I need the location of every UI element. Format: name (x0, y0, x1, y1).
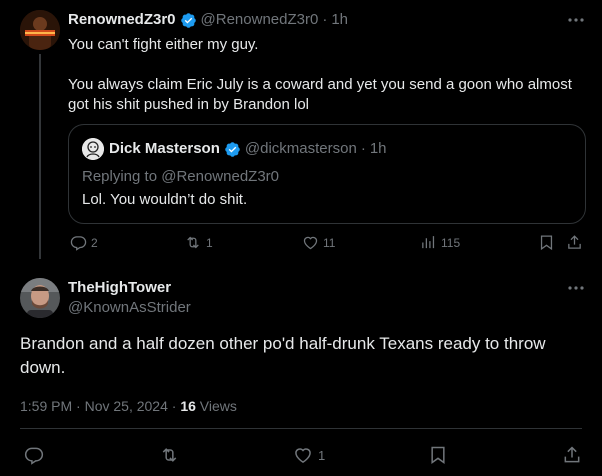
post-text-line2: You always claim Eric July is a coward a… (68, 76, 572, 113)
avatar-renownedz3r0[interactable] (20, 10, 60, 50)
main-handle[interactable]: @KnownAsStrider (68, 299, 191, 317)
verified-badge-icon (224, 141, 241, 158)
repost-count: 1 (206, 235, 213, 250)
post-timestamp: 1:59 PM · Nov 25, 2024 · 16 Views (20, 397, 237, 415)
quoted-handle: @dickmasterson (244, 140, 357, 157)
views-label: Views (195, 398, 237, 414)
avatar-dickmasterson (82, 138, 104, 160)
avatar-image (20, 278, 60, 318)
quoted-post-card[interactable]: Dick Masterson @dickmasterson · 1h Reply… (68, 124, 586, 224)
main-like-action[interactable]: 1 (293, 445, 325, 465)
post-text-line1: You can't fight either my guy. (68, 36, 259, 53)
separator-dot: · (360, 140, 366, 157)
share-icon[interactable] (566, 234, 583, 256)
main-repost-action[interactable] (159, 445, 180, 465)
main-like-count: 1 (318, 447, 326, 463)
heart-icon (293, 445, 313, 465)
reply-icon (70, 234, 87, 251)
main-share-action[interactable] (562, 445, 582, 465)
like-count: 11 (323, 235, 336, 250)
views-count: 16 (180, 398, 196, 414)
main-reply-action[interactable] (24, 445, 44, 465)
verified-badge-icon (180, 12, 197, 29)
post-text: You can't fight either my guy. You alway… (68, 35, 593, 115)
views-action[interactable]: 115 (420, 234, 460, 251)
more-options-icon[interactable] (566, 10, 586, 30)
display-name[interactable]: RenownedZ3r0 (68, 11, 176, 29)
separator-dot: · (322, 11, 328, 28)
avatar-image (20, 10, 60, 50)
main-post-text: Brandon and a half dozen other po'd half… (20, 334, 546, 377)
quoted-post-time: 1h (369, 140, 387, 157)
divider-top (20, 428, 582, 429)
post-time[interactable]: 1h (331, 11, 348, 29)
share-icon (562, 445, 582, 465)
quoted-post-header: Dick Masterson @dickmasterson · 1h (109, 140, 387, 158)
heart-icon (302, 234, 319, 251)
quoted-display-name: Dick Masterson (109, 140, 220, 157)
thread-line (39, 54, 41, 259)
replying-to: Replying to @RenownedZ3r0 (82, 168, 279, 185)
analytics-icon (420, 234, 437, 251)
reply-count: 2 (91, 235, 98, 250)
main-bookmark-action[interactable] (428, 445, 448, 465)
repost-icon (159, 445, 180, 465)
repost-icon (184, 234, 202, 251)
quoted-post-text: Lol. You wouldn’t do shit. (82, 191, 248, 208)
reply-action[interactable]: 2 (70, 234, 98, 251)
handle[interactable]: @RenownedZ3r0 (201, 11, 319, 29)
bookmark-icon (428, 445, 448, 465)
like-action[interactable]: 11 (302, 234, 335, 251)
reply-icon (24, 445, 44, 465)
main-display-name[interactable]: TheHighTower (68, 279, 171, 297)
view-count: 115 (441, 235, 461, 250)
bookmark-icon[interactable] (538, 234, 555, 256)
repost-action[interactable]: 1 (184, 234, 213, 251)
timestamp-text[interactable]: 1:59 PM · Nov 25, 2024 · (20, 398, 180, 414)
post-header: RenownedZ3r0 @RenownedZ3r0 · 1h (68, 11, 348, 29)
more-options-icon[interactable] (566, 278, 586, 298)
avatar-thehightower[interactable] (20, 278, 60, 318)
